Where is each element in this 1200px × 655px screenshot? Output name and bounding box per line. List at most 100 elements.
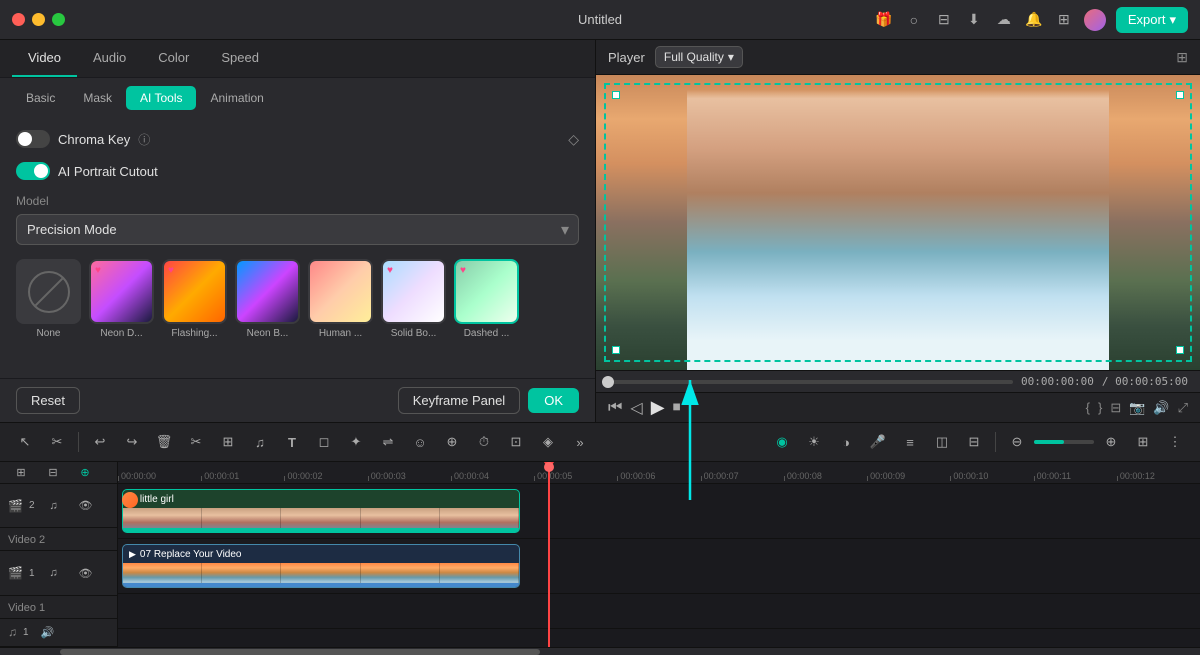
- split-icon[interactable]: ⊟: [1110, 400, 1121, 416]
- tab-video[interactable]: Video: [12, 40, 77, 77]
- timeline-scrollbar[interactable]: [0, 647, 1200, 655]
- effects-tool[interactable]: ✦: [343, 429, 369, 455]
- color-tool[interactable]: ◈: [535, 429, 561, 455]
- ai-portrait-toggle[interactable]: [16, 162, 50, 180]
- apps-icon[interactable]: ⊞: [1054, 10, 1074, 30]
- more-options[interactable]: ⋮: [1162, 429, 1188, 455]
- layout-toggle[interactable]: ⊞: [1130, 429, 1156, 455]
- grid-view-icon[interactable]: ⊞: [1176, 49, 1188, 66]
- scrollbar-thumb[interactable]: [60, 649, 540, 655]
- tab-color[interactable]: Color: [142, 40, 205, 77]
- track-options-icon[interactable]: ⊟: [40, 460, 66, 486]
- crop-button[interactable]: ⊞: [215, 429, 241, 455]
- download-icon[interactable]: ⬇: [964, 10, 984, 30]
- zoom-out-icon[interactable]: ⊖: [1004, 429, 1030, 455]
- emoji-tool[interactable]: ☺: [407, 429, 433, 455]
- audio1-mute-icon[interactable]: 🔊: [35, 619, 61, 645]
- stop-button[interactable]: ⏹: [673, 399, 681, 417]
- zoom-in-icon[interactable]: ⊕: [1098, 429, 1124, 455]
- redo-button[interactable]: ↪: [119, 429, 145, 455]
- effect-flashing[interactable]: ♥ Flashing...: [162, 259, 227, 339]
- left-panel: Video Audio Color Speed Basic Mask AI To…: [0, 40, 596, 422]
- track-audio1: [118, 594, 1200, 629]
- stabilize-tool[interactable]: ◉: [769, 429, 795, 455]
- video1-eye-icon[interactable]: 👁: [73, 560, 99, 586]
- ok-button[interactable]: OK: [528, 388, 579, 413]
- progress-knob[interactable]: [602, 376, 614, 388]
- close-button[interactable]: [12, 13, 25, 26]
- devices-icon[interactable]: ⊟: [934, 10, 954, 30]
- screenshot-icon[interactable]: 📷: [1129, 400, 1145, 416]
- caption-tool[interactable]: ≡: [897, 429, 923, 455]
- magnet-icon[interactable]: ⊕: [72, 460, 98, 486]
- diamond-icon[interactable]: ◇: [568, 131, 579, 148]
- tab-speed[interactable]: Speed: [205, 40, 275, 77]
- effect-solid-b[interactable]: ♥ Solid Bo...: [381, 259, 446, 339]
- color-grade-tool[interactable]: ☀: [801, 429, 827, 455]
- bracket-left-icon[interactable]: {: [1086, 400, 1090, 415]
- maximize-button[interactable]: [52, 13, 65, 26]
- volume-icon[interactable]: 🔊: [1153, 400, 1169, 416]
- gift-icon[interactable]: 🎁: [874, 10, 894, 30]
- video1-audio-icon[interactable]: ♫: [41, 560, 67, 586]
- in-point-marker[interactable]: [122, 492, 138, 508]
- quality-select[interactable]: Full Quality ▾: [655, 46, 743, 68]
- delete-button[interactable]: 🗑: [151, 429, 177, 455]
- tab-audio[interactable]: Audio: [77, 40, 142, 77]
- text-tool[interactable]: T: [279, 429, 305, 455]
- play-button[interactable]: ▶: [651, 397, 665, 418]
- fullscreen-icon[interactable]: ⤢: [1178, 400, 1188, 416]
- playhead[interactable]: [548, 462, 550, 647]
- effect-human[interactable]: Human ...: [308, 259, 373, 339]
- transition-tool[interactable]: ⇌: [375, 429, 401, 455]
- overlay-tool[interactable]: ⊕: [439, 429, 465, 455]
- sub-tab-animation[interactable]: Animation: [196, 86, 277, 110]
- add-track-icon[interactable]: ⊞: [8, 460, 34, 486]
- frame-back-button[interactable]: ◁: [630, 398, 642, 418]
- export-button[interactable]: Export ▾: [1116, 7, 1188, 33]
- video1-label: Video 1: [8, 602, 45, 614]
- select-tool[interactable]: ↖: [12, 429, 38, 455]
- zoom-fit[interactable]: ⊡: [503, 429, 529, 455]
- progress-bar[interactable]: [608, 380, 1013, 384]
- cut-tool[interactable]: ✂: [44, 429, 70, 455]
- ruler-mark-2: 00:00:02: [284, 471, 367, 481]
- minimize-button[interactable]: [32, 13, 45, 26]
- effect-dashed[interactable]: ♥ Dashed ...: [454, 259, 519, 339]
- skip-back-button[interactable]: ⏮: [608, 399, 622, 417]
- timer-tool[interactable]: ⏱: [471, 429, 497, 455]
- model-select[interactable]: Precision Mode Standard Mode Fast Mode: [16, 214, 579, 245]
- audio-tool[interactable]: ♫: [247, 429, 273, 455]
- right-panel: Player Full Quality ▾ ⊞: [596, 40, 1200, 422]
- zoom-slider[interactable]: [1034, 440, 1094, 444]
- undo-button[interactable]: ↩: [87, 429, 113, 455]
- sub-tab-basic[interactable]: Basic: [12, 86, 69, 110]
- chroma-key-toggle[interactable]: [16, 130, 50, 148]
- timeline-track-labels: ⊞ ⊟ ⊕ 🎬 2 ♫ 👁 Video 2 🎬 1 ♫ 👁: [0, 462, 118, 647]
- clip-video1-title: 07 Replace Your Video: [140, 549, 242, 560]
- sub-tab-ai-tools[interactable]: AI Tools: [126, 86, 196, 110]
- ai-tool[interactable]: ◫: [929, 429, 955, 455]
- clip-video1[interactable]: ▶ 07 Replace Your Video: [122, 544, 520, 588]
- clip-video2[interactable]: ▶ little girl: [122, 489, 520, 533]
- more-tools[interactable]: »: [567, 429, 593, 455]
- effect-neon-d[interactable]: ♥ Neon D...: [89, 259, 154, 339]
- mic-tool[interactable]: 🎤: [865, 429, 891, 455]
- cloud-icon[interactable]: ☁: [994, 10, 1014, 30]
- scissors-button[interactable]: ✂: [183, 429, 209, 455]
- keyframe-panel-button[interactable]: Keyframe Panel: [398, 387, 521, 414]
- reset-button[interactable]: Reset: [16, 387, 80, 414]
- avatar[interactable]: [1084, 9, 1106, 31]
- bracket-right-icon[interactable]: }: [1098, 400, 1102, 415]
- speaker-tool[interactable]: ⊟: [961, 429, 987, 455]
- shape-tool[interactable]: ◻: [311, 429, 337, 455]
- profile-icon[interactable]: ○: [904, 10, 924, 30]
- video2-eye-icon[interactable]: 👁: [73, 493, 99, 519]
- chroma-key-info-icon[interactable]: ⓘ: [138, 131, 150, 148]
- effect-none[interactable]: None: [16, 259, 81, 339]
- effect-neon-b[interactable]: Neon B...: [235, 259, 300, 339]
- bell-icon[interactable]: 🔔: [1024, 10, 1044, 30]
- video2-audio-icon[interactable]: ♫: [41, 493, 67, 519]
- sub-tab-mask[interactable]: Mask: [69, 86, 126, 110]
- audio-mixer-tool[interactable]: ◑: [833, 429, 859, 455]
